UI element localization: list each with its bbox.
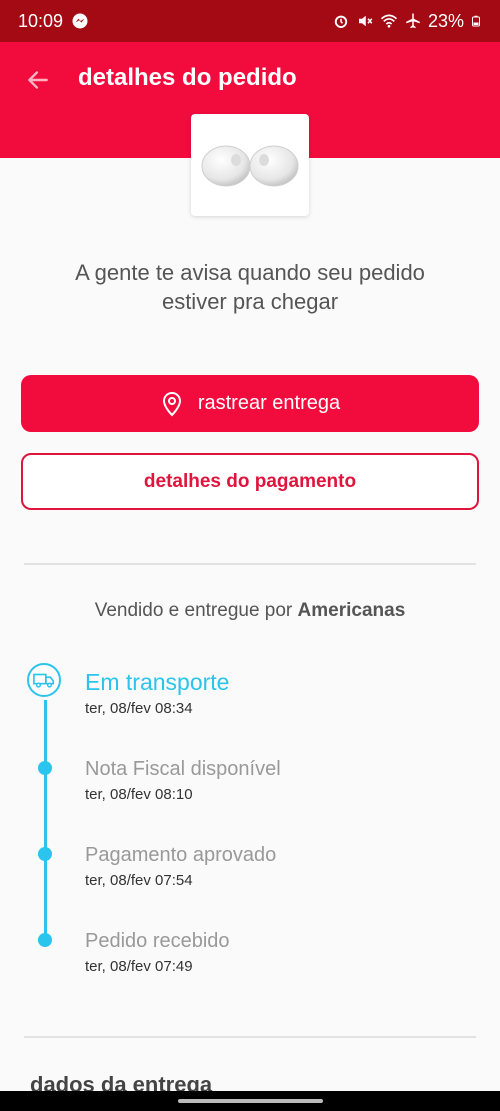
mute-icon [358, 15, 373, 27]
battery-icon [472, 15, 480, 27]
page-title: detalhes do pedido [78, 64, 297, 91]
timeline-step-date: ter, 08/fev 08:10 [85, 786, 193, 803]
system-nav-bar [0, 1091, 500, 1111]
track-delivery-button[interactable]: rastrear entrega [21, 375, 479, 432]
battery-percent: 23% [427, 10, 464, 31]
timeline-step-date: ter, 08/fev 08:34 [85, 700, 193, 717]
delivery-notice-text: A gente te avisa quando seu pedido estiv… [75, 260, 425, 314]
status-time: 10:09 [18, 10, 64, 31]
location-pin-icon [162, 391, 181, 416]
seller-name: Americanas [297, 600, 406, 621]
timeline-step-title: Nota Fiscal disponível [85, 758, 281, 780]
timeline-dot [38, 761, 52, 775]
product-image [191, 114, 309, 216]
arrow-left-icon [28, 71, 48, 89]
payment-details-button[interactable]: detalhes do pagamento [21, 453, 479, 510]
divider [24, 563, 476, 565]
payment-details-label: detalhes do pagamento [143, 470, 357, 492]
timeline-step-title: Pagamento aprovado [85, 844, 277, 866]
timeline-active-marker [27, 663, 61, 697]
divider [24, 1036, 476, 1038]
track-delivery-label: rastrear entrega [197, 392, 341, 414]
messenger-icon [72, 13, 88, 29]
timeline-step-date: ter, 08/fev 07:54 [85, 872, 193, 889]
home-gesture-handle[interactable] [178, 1099, 323, 1103]
seller-prefix: Vendido e entregue por [94, 600, 293, 621]
timeline-dot [38, 847, 52, 861]
timeline-line [44, 700, 47, 942]
alarm-icon [334, 15, 348, 28]
wifi-icon [380, 14, 398, 28]
timeline-step-date: ter, 08/fev 07:49 [85, 958, 193, 975]
airplane-icon [406, 13, 420, 29]
truck-icon [33, 673, 54, 688]
status-bar: 10:09 23% [0, 0, 500, 42]
timeline-dot [38, 933, 52, 947]
timeline-step-title: Pedido recebido [85, 930, 230, 952]
back-button[interactable] [20, 62, 56, 98]
earbuds-image [201, 145, 299, 187]
seller-info: Vendido e entregue por Americanas [0, 600, 500, 622]
timeline-step-title: Em transporte [85, 669, 230, 695]
